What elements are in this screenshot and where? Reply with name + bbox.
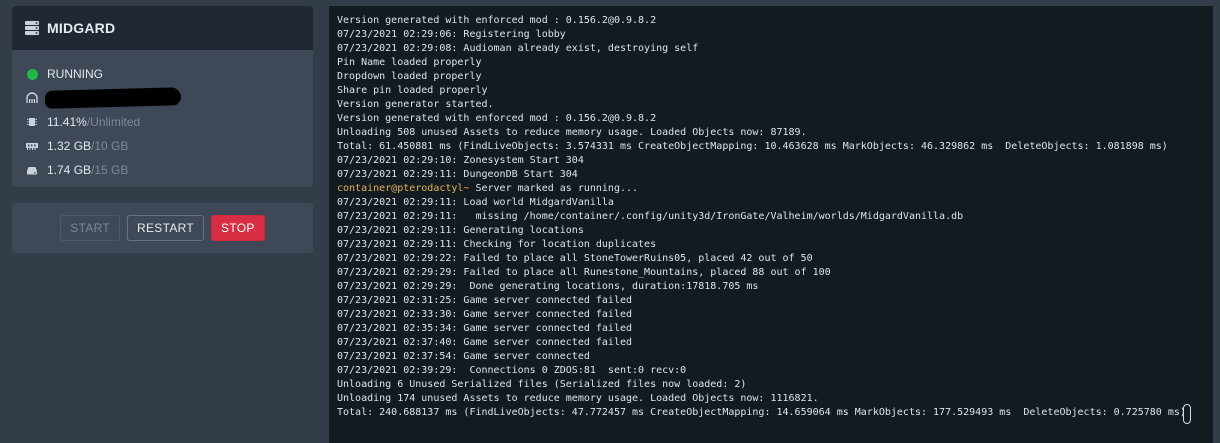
console-line-text: 07/23/2021 02:37:40: Game server connect…	[337, 337, 633, 348]
status-row: RUNNING	[26, 62, 313, 86]
console-line: 07/23/2021 02:37:54: Game server connect…	[337, 350, 1213, 364]
console-line-text: Unloading 508 unused Assets to reduce me…	[337, 127, 807, 138]
console-line: Version generator started.	[337, 98, 1213, 112]
status-text: RUNNING	[47, 67, 103, 81]
console-line: 07/23/2021 02:29:10: Zonesystem Start 30…	[337, 154, 1213, 168]
console-line-text: 07/23/2021 02:35:34: Game server connect…	[337, 323, 633, 334]
console-line: 07/23/2021 02:29:11: Generating location…	[337, 224, 1213, 238]
cpu-icon	[27, 118, 37, 126]
console-line: Version generated with enforced mod : 0.…	[337, 14, 1213, 28]
cpu-usage: 11.41%	[47, 115, 87, 129]
disk-usage: 1.74 GB	[47, 163, 92, 177]
start-button[interactable]: START	[60, 215, 121, 241]
memory-icon	[26, 143, 38, 150]
stop-button[interactable]: STOP	[211, 215, 265, 241]
cpu-limit: Unlimited	[90, 115, 141, 129]
console-line: 07/23/2021 02:33:30: Game server connect…	[337, 308, 1213, 322]
console-line-text: 07/23/2021 02:29:11: Generating location…	[337, 225, 584, 236]
console-line-text: 07/23/2021 02:29:11: Checking for locati…	[337, 239, 657, 250]
server-name: MIDGARD	[47, 20, 116, 36]
console-line-text: 07/23/2021 02:29:22: Failed to place all…	[337, 253, 813, 264]
hard-drive-icon	[27, 167, 37, 175]
memory-row: 1.32 GB / 10 GB	[26, 134, 313, 158]
console-line-text: 07/23/2021 02:29:10: Zonesystem Start 30…	[337, 155, 584, 166]
server-header: MIDGARD	[12, 6, 313, 50]
restart-button[interactable]: RESTART	[127, 215, 205, 241]
disk-row: 1.74 GB / 15 GB	[26, 158, 313, 182]
console-line: Share pin loaded properly	[337, 84, 1213, 98]
console-line-text: 07/23/2021 02:29:08: Audioman already ex…	[337, 43, 699, 54]
console-line-text: Pin Name loaded properly	[337, 57, 482, 68]
console-line: 07/23/2021 02:29:11: missing /home/conta…	[337, 210, 1213, 224]
console-line-text: 07/23/2021 02:37:54: Game server connect…	[337, 351, 590, 362]
console-line-text: Total: 240.688137 ms (FindLiveObjects: 4…	[337, 407, 1186, 418]
console-line: Unloading 174 unused Assets to reduce me…	[337, 392, 1213, 406]
console-line-text: 07/23/2021 02:29:11: DungeonDB Start 304	[337, 169, 578, 180]
console-line-text: Dropdown loaded properly	[337, 71, 482, 82]
address-row	[26, 86, 313, 110]
console-line-text: Total: 61.450881 ms (FindLiveObjects: 3.…	[337, 141, 1168, 152]
console-line-text: 07/23/2021 02:29:06: Registering lobby	[337, 29, 566, 40]
console-line-text: Unloading 6 Unused Serialized files (Ser…	[337, 379, 747, 390]
console-output[interactable]: Version generated with enforced mod : 0.…	[329, 6, 1213, 443]
network-icon	[26, 92, 38, 103]
console-line: 07/23/2021 02:29:06: Registering lobby	[337, 28, 1213, 42]
console-line: Unloading 6 Unused Serialized files (Ser…	[337, 378, 1213, 392]
address-redacted	[44, 87, 182, 109]
console-line: 07/23/2021 02:29:11: DungeonDB Start 304	[337, 168, 1213, 182]
console-log: Version generated with enforced mod : 0.…	[337, 14, 1213, 420]
console-line: Pin Name loaded properly	[337, 56, 1213, 70]
console-scrollbar[interactable]	[1183, 404, 1191, 424]
console-line: Total: 61.450881 ms (FindLiveObjects: 3.…	[337, 140, 1213, 154]
console-line: 07/23/2021 02:29:11: Checking for locati…	[337, 238, 1213, 252]
console-line: 07/23/2021 02:29:08: Audioman already ex…	[337, 42, 1213, 56]
console-line-text: 07/23/2021 02:39:29: Connections 0 ZDOS:…	[337, 365, 687, 376]
console-line: Dropdown loaded properly	[337, 70, 1213, 84]
console-line: Version generated with enforced mod : 0.…	[337, 112, 1213, 126]
console-line-text: 07/23/2021 02:29:11: missing /home/conta…	[337, 211, 964, 222]
console-line: 07/23/2021 02:37:40: Game server connect…	[337, 336, 1213, 350]
cpu-row: 11.41% / Unlimited	[26, 110, 313, 134]
disk-limit: 15 GB	[94, 163, 129, 177]
console-line-text: Server marked as running...	[469, 183, 639, 194]
console-line-text: Share pin loaded properly	[337, 85, 488, 96]
memory-limit: 10 GB	[94, 139, 129, 153]
console-line: container@pterodactyl~ Server marked as …	[337, 182, 1213, 196]
memory-usage: 1.32 GB	[47, 139, 92, 153]
console-line-text: 07/23/2021 02:29:29: Failed to place all…	[337, 267, 831, 278]
console-line: 07/23/2021 02:39:29: Connections 0 ZDOS:…	[337, 364, 1213, 378]
console-line-text: Version generator started.	[337, 99, 494, 110]
console-line-text: Unloading 174 unused Assets to reduce me…	[337, 393, 819, 404]
console-line-text: 07/23/2021 02:31:25: Game server connect…	[337, 295, 633, 306]
console-line: Unloading 508 unused Assets to reduce me…	[337, 126, 1213, 140]
console-line: 07/23/2021 02:29:29: Failed to place all…	[337, 266, 1213, 280]
console-line: Total: 240.688137 ms (FindLiveObjects: 4…	[337, 406, 1213, 420]
console-line: 07/23/2021 02:29:29: Done generating loc…	[337, 280, 1213, 294]
console-line: 07/23/2021 02:35:34: Game server connect…	[337, 322, 1213, 336]
console-line: 07/23/2021 02:29:22: Failed to place all…	[337, 252, 1213, 266]
console-line: 07/23/2021 02:31:25: Game server connect…	[337, 294, 1213, 308]
console-line-text: Version generated with enforced mod : 0.…	[337, 113, 657, 124]
server-info-card: MIDGARD RUNNING 11.41% / Unlimited 1.32 …	[12, 6, 313, 187]
server-stats: RUNNING 11.41% / Unlimited 1.32 GB / 10 …	[12, 50, 313, 182]
status-indicator	[26, 68, 38, 80]
console-line-text: 07/23/2021 02:29:29: Done generating loc…	[337, 281, 759, 292]
console-line-text: 07/23/2021 02:33:30: Game server connect…	[337, 309, 633, 320]
power-controls: START RESTART STOP	[12, 203, 313, 253]
server-icon	[25, 21, 39, 35]
console-line: 07/23/2021 02:29:11: Load world MidgardV…	[337, 196, 1213, 210]
console-line-text: Version generated with enforced mod : 0.…	[337, 15, 657, 26]
console-line-text: 07/23/2021 02:29:11: Load world MidgardV…	[337, 197, 614, 208]
console-prompt: container@pterodactyl~	[337, 183, 470, 194]
